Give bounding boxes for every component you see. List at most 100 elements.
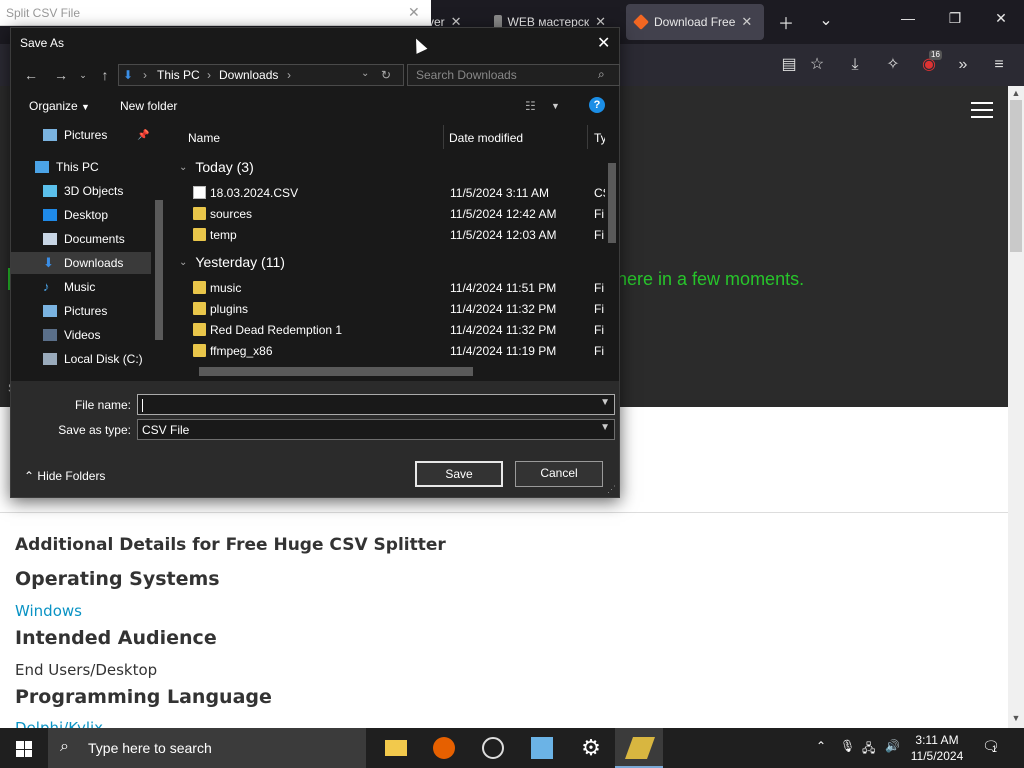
chevron-down-icon[interactable]: ▼ — [551, 101, 560, 111]
file-name: ffmpeg_x86 — [210, 344, 273, 358]
new-tab-icon[interactable]: ＋ — [774, 10, 798, 34]
close-window-icon[interactable]: ✕ — [986, 10, 1016, 27]
search-icon: ⌕ — [598, 67, 605, 81]
ublock-icon[interactable]: ◉ 16 — [918, 50, 942, 76]
windows-logo-icon — [16, 741, 32, 757]
file-row[interactable]: sources 11/5/2024 12:42 AM Fi — [193, 204, 613, 225]
extensions-icon[interactable]: ✧ — [882, 54, 904, 76]
save-type-select[interactable]: CSV File ▼ — [137, 419, 615, 440]
file-explorer-app[interactable] — [371, 728, 419, 768]
os-link-windows[interactable]: Windows — [15, 602, 82, 620]
chevron-down-icon[interactable]: ▼ — [600, 397, 610, 408]
organize-button[interactable]: Organize ▼ — [29, 99, 90, 113]
refresh-icon[interactable]: ↻ — [381, 68, 391, 82]
resize-grip-icon[interactable]: ⋰ — [607, 484, 616, 495]
hide-folders-button[interactable]: ⌃ Hide Folders — [24, 469, 105, 483]
scroll-down-icon[interactable]: ▼ — [1008, 713, 1024, 727]
forward-arrow-icon[interactable]: → — [51, 64, 71, 86]
folder-icon — [193, 323, 206, 336]
new-folder-button[interactable]: New folder — [120, 99, 177, 113]
chevron-down-icon: ⌄ — [179, 161, 188, 173]
nav-item-documents[interactable]: Documents — [11, 228, 151, 250]
chevron-down-icon: ▼ — [81, 102, 90, 112]
file-name: temp — [210, 228, 237, 242]
divider — [0, 512, 1008, 513]
address-bar[interactable]: ⬇ › This PC › Downloads › ⌄ ↻ — [118, 64, 404, 86]
column-header-name[interactable]: Name — [188, 131, 220, 145]
chevron-down-icon[interactable]: ⌄ — [814, 10, 838, 30]
csv-splitter-app[interactable] — [615, 728, 663, 768]
back-arrow-icon[interactable]: ← — [21, 64, 41, 86]
microphone-icon[interactable]: 🎙 — [840, 739, 855, 753]
minimize-icon[interactable]: — — [893, 10, 923, 26]
hamburger-menu-icon[interactable] — [971, 102, 993, 123]
file-list-scrollbar-thumb[interactable] — [608, 163, 616, 243]
chevron-down-icon: ▼ — [600, 422, 610, 433]
reader-view-icon[interactable]: ▤ — [778, 54, 800, 76]
nav-item-local-disk[interactable]: Local Disk (C:) — [11, 348, 151, 370]
nav-item-downloads[interactable]: ⬇ Downloads — [11, 252, 151, 274]
file-row[interactable]: plugins 11/4/2024 11:32 PM Fi — [193, 299, 613, 320]
search-input[interactable]: Search Downloads ⌕ — [407, 64, 620, 86]
file-row[interactable]: 18.03.2024.CSV 11/5/2024 3:11 AM CSV — [193, 183, 613, 204]
settings-app[interactable]: ⚙ — [566, 728, 614, 768]
recent-locations-icon[interactable]: ⌄ — [73, 64, 93, 86]
save-button[interactable]: Save — [415, 461, 503, 487]
chevron-up-icon[interactable]: ⌃ — [816, 739, 826, 753]
nav-item-3d-objects[interactable]: 3D Objects — [11, 180, 151, 202]
nav-item-pictures-pinned[interactable]: Pictures 📌 — [11, 124, 151, 146]
volume-icon[interactable]: 🔊 — [885, 739, 900, 753]
nav-item-videos[interactable]: Videos — [11, 324, 151, 346]
overflow-icon[interactable]: » — [952, 54, 974, 76]
notification-icon[interactable]: 🗨 1 — [982, 738, 1000, 755]
extension-badge: 16 — [929, 50, 942, 60]
vs-app[interactable] — [517, 728, 565, 768]
browser-tab-active[interactable]: Download Free ✕ — [626, 4, 764, 40]
help-icon[interactable]: ? — [589, 97, 605, 113]
file-list-scrollbar[interactable] — [605, 123, 619, 365]
close-icon[interactable]: ✕ — [741, 14, 752, 30]
bookmark-star-icon[interactable]: ☆ — [806, 54, 828, 76]
nav-item-label: Downloads — [64, 256, 124, 270]
file-row[interactable]: Red Dead Redemption 1 11/4/2024 11:32 PM… — [193, 320, 613, 341]
close-icon[interactable]: ✕ — [597, 33, 610, 53]
file-name-input[interactable]: ▼ — [137, 394, 615, 415]
file-list: Name Date modified Ty ⌄ Today (3) 18.03.… — [171, 123, 619, 381]
start-button[interactable] — [0, 728, 48, 768]
nav-item-pictures[interactable]: Pictures — [11, 300, 151, 322]
sync-app[interactable] — [468, 728, 516, 768]
file-row[interactable]: temp 11/5/2024 12:03 AM Fi — [193, 225, 613, 246]
column-divider[interactable] — [443, 125, 444, 149]
menu-icon[interactable]: ≡ — [988, 54, 1010, 76]
column-divider[interactable] — [587, 125, 588, 149]
taskbar-search[interactable]: ⌕ Type here to search — [48, 728, 366, 768]
nav-item-music[interactable]: ♪ Music — [11, 276, 151, 298]
nav-item-desktop[interactable]: Desktop — [11, 204, 151, 226]
downloads-icon[interactable]: ⤓ — [844, 54, 866, 76]
chevron-down-icon[interactable]: ⌄ — [361, 68, 369, 79]
page-scrollbar-thumb[interactable] — [1010, 100, 1022, 252]
file-row[interactable]: ffmpeg_x86 11/4/2024 11:19 PM Fi — [193, 341, 613, 362]
language-link[interactable]: Delphi/Kylix — [15, 719, 103, 728]
nav-scrollbar-thumb[interactable] — [155, 200, 163, 340]
nav-item-this-pc[interactable]: This PC — [11, 156, 151, 178]
restore-icon[interactable]: ❐ — [940, 10, 970, 27]
cancel-button[interactable]: Cancel — [515, 461, 603, 487]
dialog-toolbar: Organize ▼ New folder ☷ ▼ ? — [11, 96, 619, 118]
up-arrow-icon[interactable]: ↑ — [95, 64, 115, 86]
view-options-icon[interactable]: ☷ — [525, 99, 536, 113]
breadcrumb-downloads[interactable]: Downloads — [219, 68, 278, 82]
group-header-today[interactable]: ⌄ Today (3) — [179, 159, 254, 175]
breadcrumb-this-pc[interactable]: This PC — [157, 68, 200, 82]
chevron-right-icon: › — [143, 68, 147, 82]
horizontal-scrollbar-thumb[interactable] — [199, 367, 473, 376]
file-row[interactable]: music 11/4/2024 11:51 PM Fi — [193, 278, 613, 299]
nav-item-label: Pictures — [64, 304, 108, 318]
firefox-app[interactable] — [419, 728, 467, 768]
column-header-date[interactable]: Date modified — [449, 131, 523, 145]
network-icon[interactable]: 🖧 — [862, 739, 875, 760]
close-icon[interactable]: ✕ — [408, 4, 420, 21]
group-header-yesterday[interactable]: ⌄ Yesterday (11) — [179, 254, 285, 270]
clock[interactable]: 3:11 AM 11/5/2024 — [905, 732, 969, 764]
csv-splitter-icon — [624, 737, 656, 759]
